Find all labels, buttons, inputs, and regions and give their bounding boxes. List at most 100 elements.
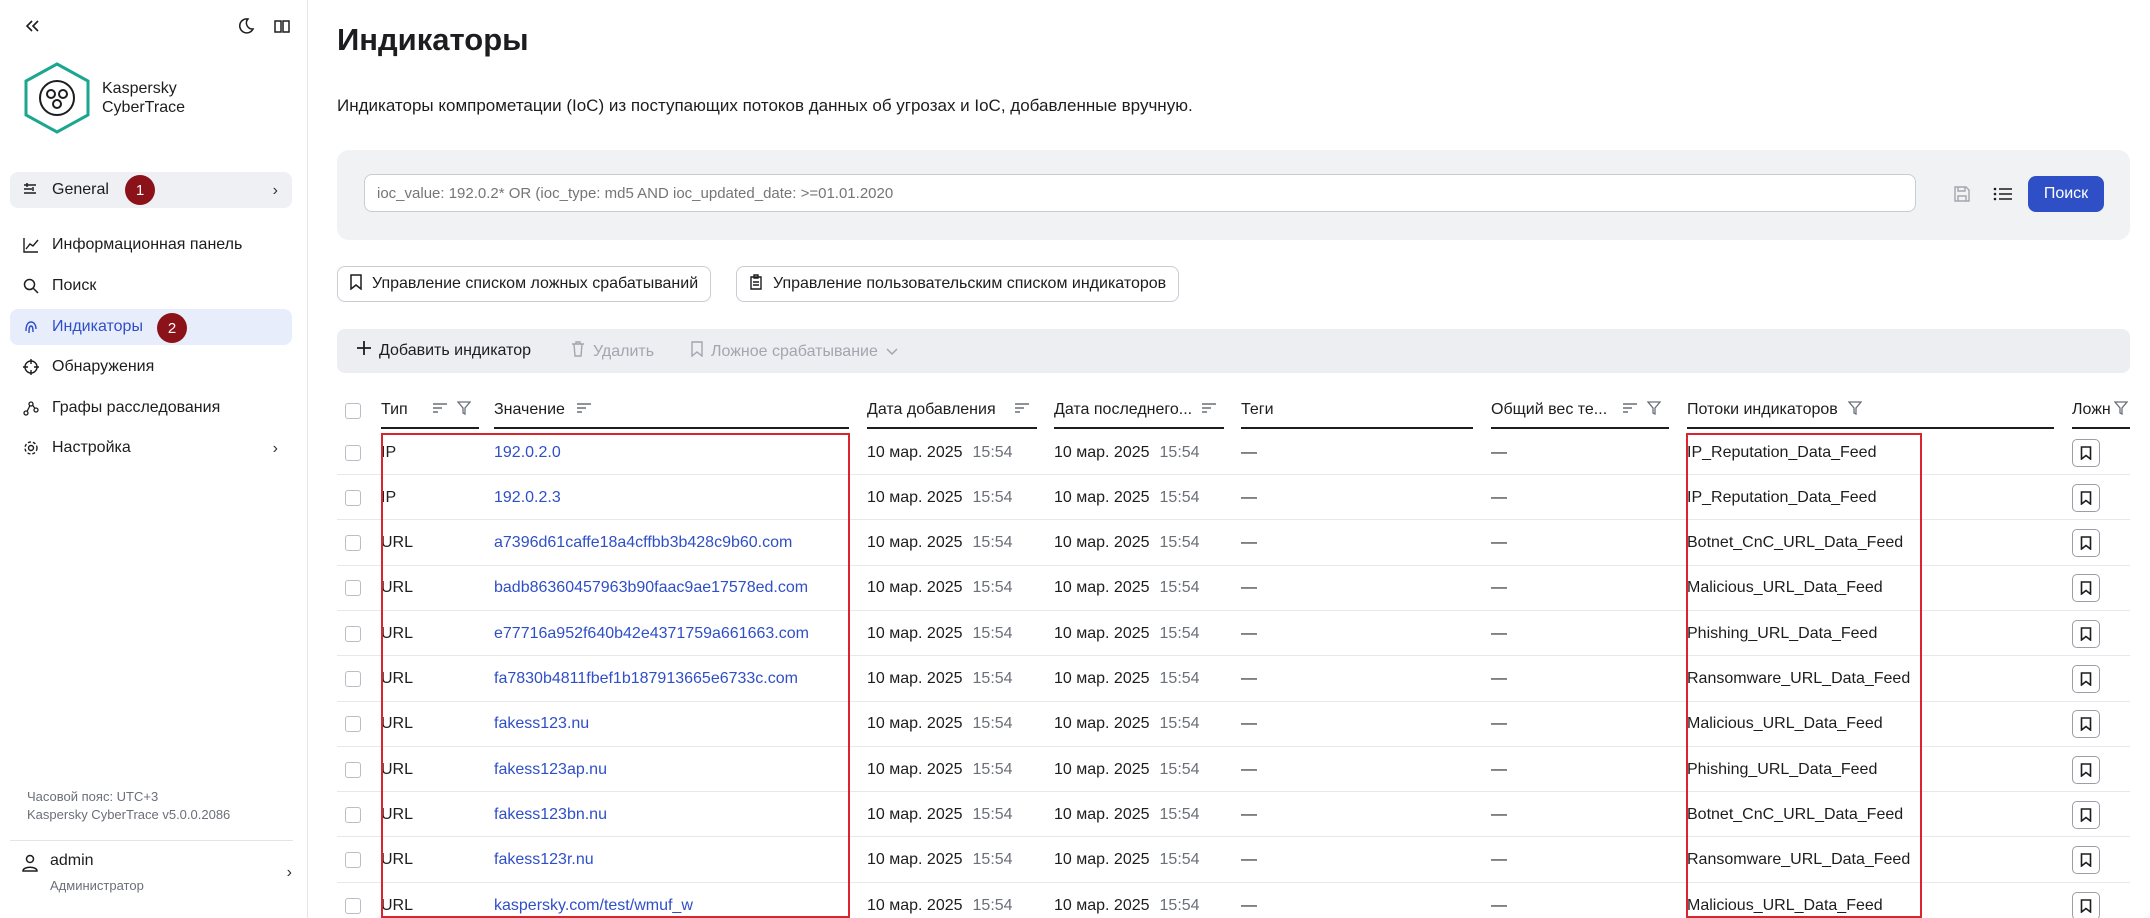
cell-feed: IP_Reputation_Data_Feed: [1687, 488, 1877, 506]
row-checkbox-cell: [345, 792, 361, 837]
indicator-value-link[interactable]: kaspersky.com/test/wmuf_w: [494, 897, 693, 915]
table-row[interactable]: URL kaspersky.com/test/wmuf_w 10 мар. 2025…: [337, 883, 2130, 918]
save-icon[interactable]: [1951, 183, 1973, 205]
row-checkbox[interactable]: [345, 761, 361, 778]
filter-icon[interactable]: [2113, 400, 2129, 420]
indicator-value-link[interactable]: 192.0.2.0: [494, 444, 561, 462]
indicator-value-link[interactable]: fakess123r.nu: [494, 851, 594, 869]
sort-icon[interactable]: [1202, 401, 1216, 419]
row-checkbox[interactable]: [345, 716, 361, 733]
list-icon[interactable]: [1992, 183, 2014, 205]
sidebar-item-search[interactable]: Поиск: [10, 268, 292, 304]
manage-custom-list-button[interactable]: Управление пользовательским списком инди…: [736, 266, 1180, 302]
book-icon[interactable]: [270, 14, 294, 38]
search-button[interactable]: Поиск: [2028, 176, 2104, 212]
search-input[interactable]: [364, 174, 1916, 212]
sidebar-item-detections[interactable]: Обнаружения: [10, 349, 292, 385]
indicator-value-link[interactable]: fa7830b4811fbef1b187913665e6733c.com: [494, 670, 798, 688]
cell-type: URL: [381, 851, 414, 869]
added-time: 15:54: [972, 534, 1013, 552]
indicator-value-link[interactable]: badb86360457963b90faac9ae17578ed.com: [494, 579, 808, 597]
filter-icon[interactable]: [1847, 400, 1863, 420]
sidebar-item-dashboard[interactable]: Информационная панель: [10, 227, 292, 263]
table-row[interactable]: URL e77716a952f640b42e4371759a661663.com 1…: [337, 611, 2130, 657]
table-row[interactable]: URL fa7830b4811fbef1b187913665e6733c.com 1…: [337, 657, 2130, 702]
mark-false-positive-button[interactable]: [2072, 483, 2100, 512]
indicator-value-link[interactable]: e77716a952f640b42e4371759a661663.com: [494, 625, 809, 643]
row-checkbox[interactable]: [345, 535, 361, 552]
column-header-feeds[interactable]: Потоки индикаторов: [1687, 393, 2054, 429]
cell-weight: —: [1491, 488, 1507, 506]
cell-weight: —: [1491, 851, 1507, 869]
sort-icon[interactable]: [1623, 401, 1637, 420]
mark-false-positive-button[interactable]: [2072, 574, 2100, 603]
table-row[interactable]: URL a7396d61caffe18a4cffbb3b428c9b60.com 1…: [337, 521, 2130, 566]
table-row[interactable]: URL fakess123r.nu 10 мар. 2025 15:54 10 мар.…: [337, 838, 2130, 883]
row-checkbox[interactable]: [345, 444, 361, 461]
sort-icon[interactable]: [433, 401, 447, 420]
row-checkbox[interactable]: [345, 806, 361, 823]
indicator-value-link[interactable]: fakess123ap.nu: [494, 761, 607, 779]
filter-icon[interactable]: [456, 400, 472, 420]
row-checkbox[interactable]: [345, 489, 361, 506]
select-all-checkbox[interactable]: [345, 403, 361, 419]
table-row[interactable]: URL badb86360457963b90faac9ae17578ed.com 1…: [337, 566, 2130, 611]
table-row[interactable]: IP 192.0.2.0 10 мар. 2025 15:54 10 мар. 2025…: [337, 430, 2130, 475]
indicator-value-link[interactable]: fakess123bn.nu: [494, 806, 607, 824]
cell-false-positive: [2072, 883, 2100, 918]
mark-false-positive-button[interactable]: [2072, 846, 2100, 875]
moon-icon[interactable]: [234, 14, 258, 38]
cell-feed: IP_Reputation_Data_Feed: [1687, 443, 1877, 461]
add-indicator-button[interactable]: Добавить индикатор: [357, 341, 531, 360]
false-positive-dropdown[interactable]: Ложное срабатывание: [691, 341, 898, 362]
column-header-last-date[interactable]: Дата последнего...: [1054, 393, 1224, 429]
mark-false-positive-button[interactable]: [2072, 529, 2100, 558]
mark-false-positive-button[interactable]: [2072, 800, 2100, 829]
mark-false-positive-button[interactable]: [2072, 755, 2100, 784]
table-row[interactable]: URL fakess123bn.nu 10 мар. 2025 15:54 10 мар…: [337, 792, 2130, 838]
gear-icon: [22, 439, 40, 457]
sort-icon[interactable]: [1015, 401, 1029, 419]
mark-false-positive-button[interactable]: [2072, 619, 2100, 648]
added-time: 15:54: [972, 624, 1013, 642]
row-checkbox[interactable]: [345, 852, 361, 869]
row-checkbox[interactable]: [345, 897, 361, 914]
sort-icon[interactable]: [576, 401, 591, 419]
row-checkbox[interactable]: [345, 580, 361, 597]
sidebar-item-indicators[interactable]: Индикаторы: [10, 309, 292, 345]
row-checkbox[interactable]: [345, 671, 361, 687]
cell-feed: Ransomware_URL_Data_Feed: [1687, 670, 1911, 687]
column-header-type[interactable]: Тип: [381, 393, 479, 429]
add-indicator-label: Добавить индикатор: [379, 341, 532, 359]
sidebar-item-graphs[interactable]: Графы расследования: [10, 390, 292, 426]
row-checkbox[interactable]: [345, 625, 361, 642]
mark-false-positive-button[interactable]: [2072, 665, 2100, 693]
indicator-value-link[interactable]: fakess123.nu: [494, 715, 589, 733]
added-date: 10 мар. 2025: [867, 760, 963, 778]
collapse-sidebar-icon[interactable]: [20, 14, 44, 38]
kaspersky-cybertrace-logo[interactable]: Kaspersky CyberTrace: [22, 62, 185, 134]
manage-false-positives-button[interactable]: Управление списком ложных срабатываний: [337, 266, 712, 302]
mark-false-positive-button[interactable]: [2072, 891, 2100, 918]
user-profile[interactable]: admin Администратор ›: [22, 848, 292, 908]
table-row[interactable]: IP 192.0.2.3 10 мар. 2025 15:54 10 мар. 2025…: [337, 475, 2130, 521]
mark-false-positive-button[interactable]: [2072, 438, 2100, 467]
sidebar-item-label: Индикаторы: [52, 318, 143, 335]
indicator-value-link[interactable]: 192.0.2.3: [494, 489, 561, 507]
delete-button[interactable]: Удалить: [571, 341, 654, 362]
column-header-value[interactable]: Значение: [494, 393, 849, 429]
table-row[interactable]: URL fakess123ap.nu 10 мар. 2025 15:54 10 мар…: [337, 747, 2130, 793]
indicator-value-link[interactable]: a7396d61caffe18a4cffbb3b428c9b60.com: [494, 534, 792, 552]
column-header-added-date[interactable]: Дата добавления: [867, 393, 1037, 429]
table-row[interactable]: URL fakess123.nu 10 мар. 2025 15:54 10 мар. …: [337, 702, 2130, 747]
sidebar-item-settings[interactable]: Настройка ›: [10, 430, 292, 466]
cell-added-date: 10 мар. 2025 15:54: [867, 521, 1013, 566]
column-header-false-positive[interactable]: Ложн: [2072, 393, 2130, 429]
version-text: Kaspersky CyberTrace v5.0.0.2086: [27, 807, 231, 822]
mark-false-positive-button[interactable]: [2072, 710, 2100, 739]
column-header-weight[interactable]: Общий вес те...: [1491, 393, 1669, 429]
bookmark-icon: [2080, 490, 2092, 505]
column-header-tags[interactable]: Теги: [1241, 393, 1473, 429]
filter-icon[interactable]: [1646, 400, 1662, 420]
cell-type: URL: [381, 715, 414, 733]
